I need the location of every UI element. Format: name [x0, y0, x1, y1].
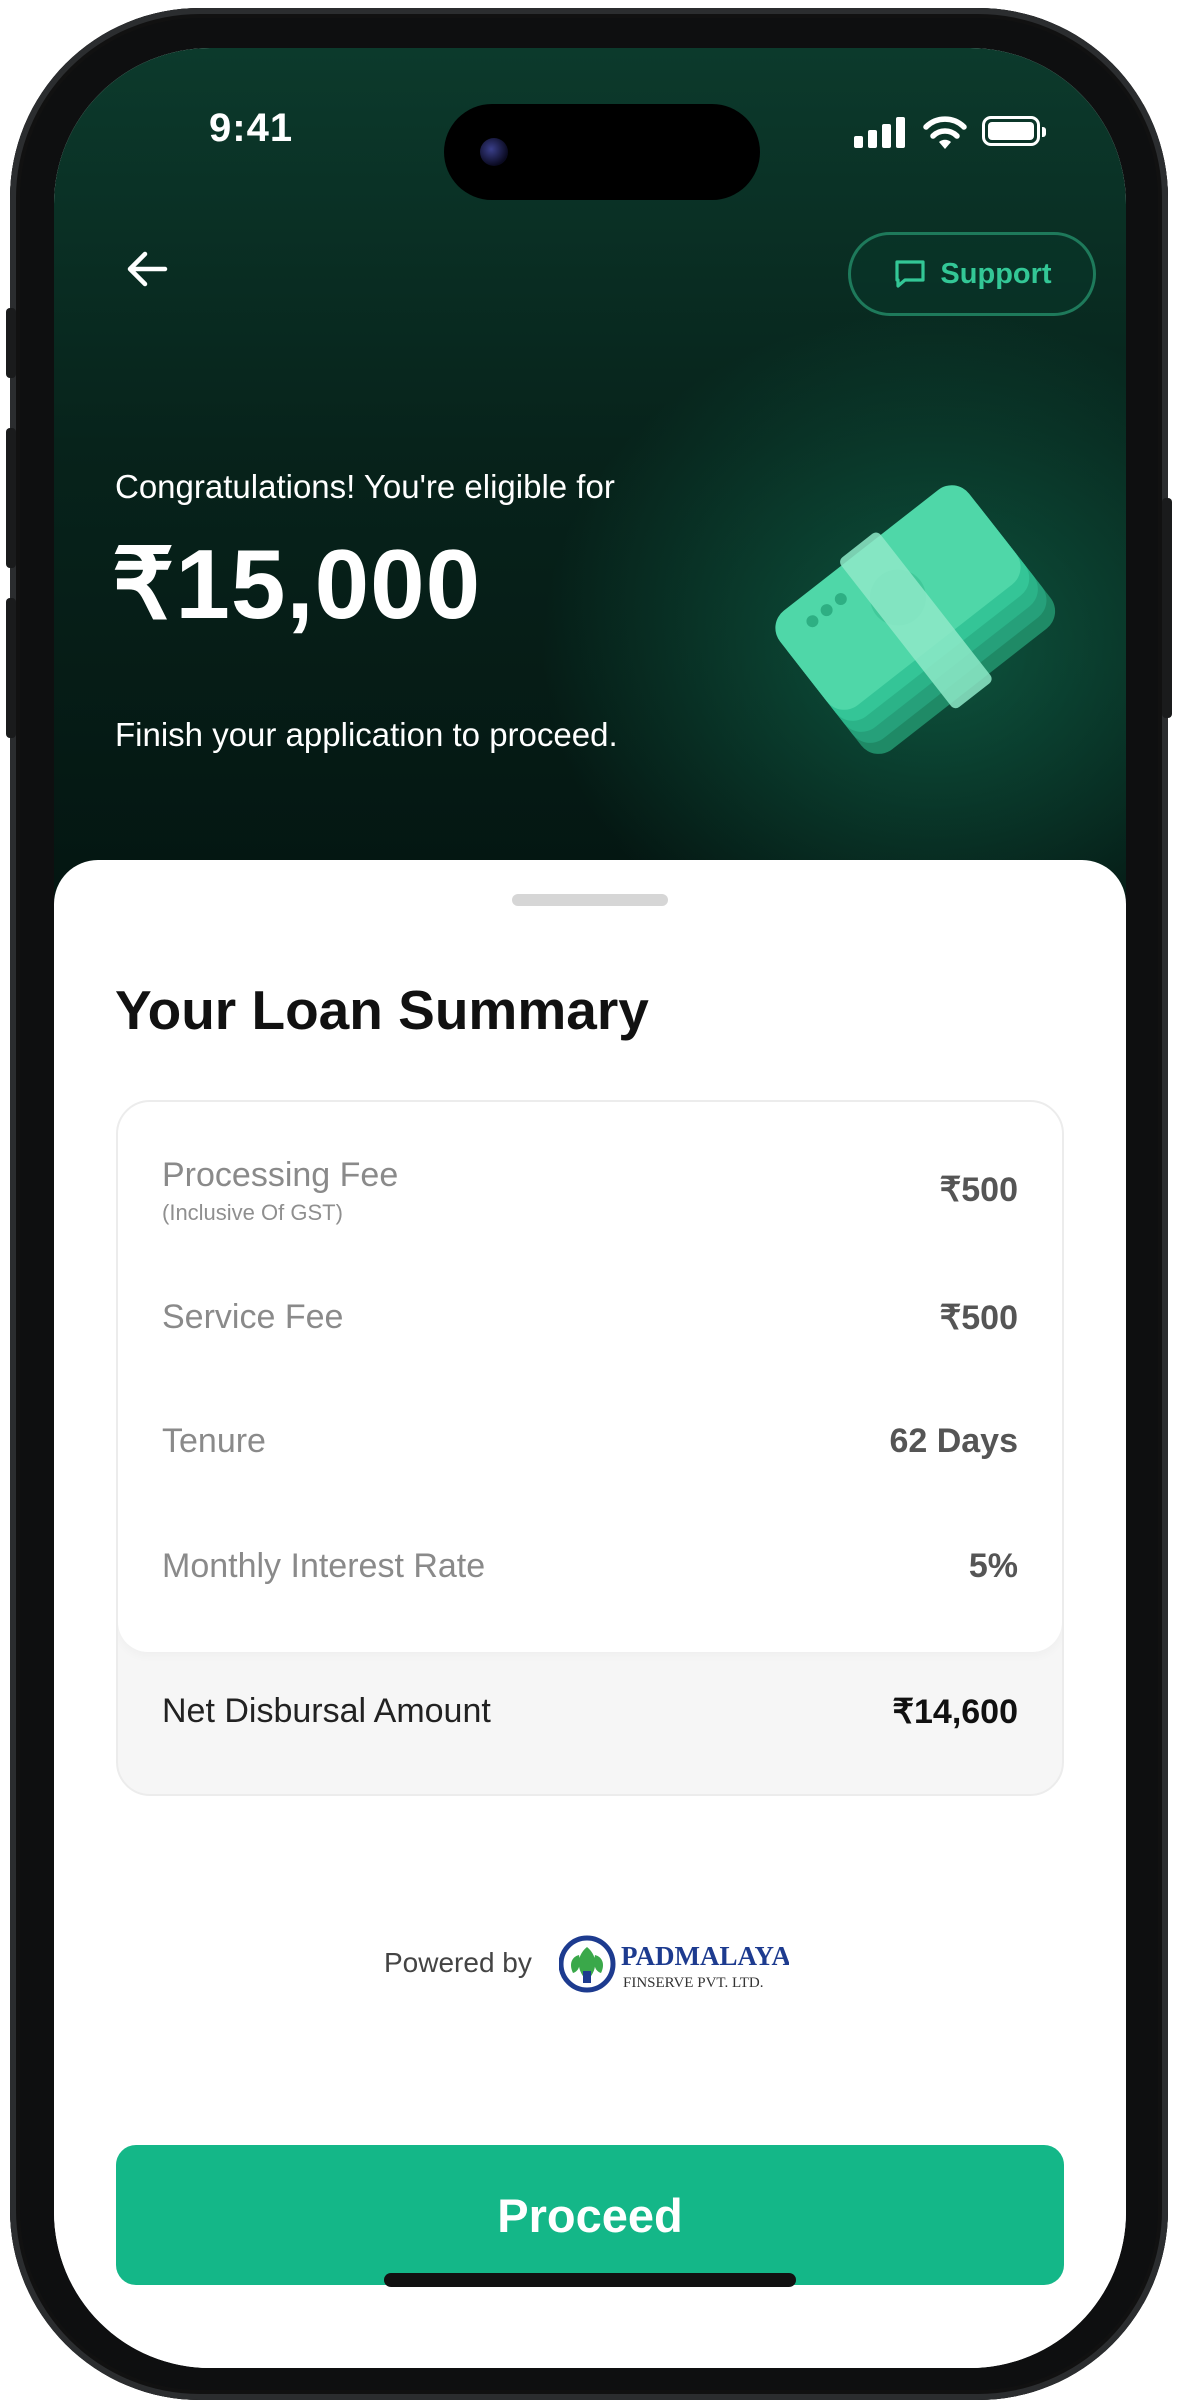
processing-fee-label: Processing Fee — [162, 1156, 399, 1194]
support-label: Support — [940, 257, 1052, 290]
dynamic-island — [444, 104, 760, 200]
powered-by: Powered by PADMALAYA FINSERVE PVT. LTD. — [54, 1925, 1126, 2005]
summary-card: Processing Fee (Inclusive Of GST) ₹500 S… — [116, 1100, 1064, 1796]
service-fee-value: ₹500 — [939, 1299, 1018, 1337]
home-indicator — [384, 2273, 796, 2287]
eligible-amount: ₹15,000 — [112, 529, 482, 639]
summary-details: Processing Fee (Inclusive Of GST) ₹500 S… — [118, 1102, 1062, 1652]
sheet-drag-handle[interactable] — [512, 894, 668, 906]
eligibility-message: Congratulations! You're eligible for — [115, 468, 615, 505]
support-button[interactable]: Support — [848, 232, 1096, 316]
battery-icon — [982, 116, 1046, 146]
net-disbursal-row: Net Disbursal Amount ₹14,600 — [162, 1692, 1018, 1742]
service-fee-label: Service Fee — [162, 1298, 344, 1336]
action-button — [6, 308, 16, 378]
tenure-value: 62 Days — [889, 1422, 1018, 1460]
volume-down-button — [6, 598, 16, 738]
powered-by-text: Powered by — [384, 1947, 532, 1978]
hero-section: 9:41 Support Congratulations! You're eli… — [54, 48, 1126, 928]
hero-subtitle: Finish your application to proceed. — [115, 716, 618, 753]
tenure-label: Tenure — [162, 1422, 266, 1460]
front-camera — [480, 138, 508, 166]
status-time: 9:41 — [209, 106, 294, 150]
tenure-row: Tenure 62 Days — [162, 1422, 1018, 1472]
processing-fee-sublabel: (Inclusive Of GST) — [162, 1200, 343, 1225]
net-disbursal-label: Net Disbursal Amount — [162, 1692, 491, 1730]
volume-up-button — [6, 428, 16, 568]
power-button — [1162, 498, 1172, 718]
proceed-button[interactable]: Proceed — [116, 2145, 1064, 2285]
processing-fee-value: ₹500 — [939, 1171, 1018, 1209]
screen: 9:41 Support Congratulations! You're eli… — [54, 48, 1126, 2368]
interest-rate-label: Monthly Interest Rate — [162, 1547, 486, 1585]
arrow-left-icon — [127, 251, 168, 287]
svg-text:FINSERVE PVT. LTD.: FINSERVE PVT. LTD. — [623, 1975, 763, 1991]
padmalaya-logo: PADMALAYA FINSERVE PVT. LTD. — [559, 1935, 789, 1993]
wifi-icon — [923, 116, 967, 149]
back-button[interactable] — [112, 234, 182, 304]
summary-title: Your Loan Summary — [115, 979, 649, 1041]
phone-frame: 9:41 Support Congratulations! You're eli… — [6, 8, 1172, 2400]
service-fee-row: Service Fee ₹500 — [162, 1298, 1018, 1348]
status-bar: 9:41 — [54, 48, 1126, 200]
loan-summary-sheet: Your Loan Summary Processing Fee (Inclus… — [54, 860, 1126, 2368]
signal-icon — [854, 116, 910, 148]
net-disbursal-value: ₹14,600 — [892, 1693, 1018, 1731]
processing-fee-row: Processing Fee (Inclusive Of GST) ₹500 — [162, 1156, 1018, 1236]
interest-rate-row: Monthly Interest Rate 5% — [162, 1547, 1018, 1597]
money-stack-illustration — [775, 485, 1056, 754]
svg-text:PADMALAYA: PADMALAYA — [621, 1941, 789, 1971]
chat-bubble-icon — [895, 260, 926, 288]
interest-rate-value: 5% — [968, 1547, 1018, 1585]
